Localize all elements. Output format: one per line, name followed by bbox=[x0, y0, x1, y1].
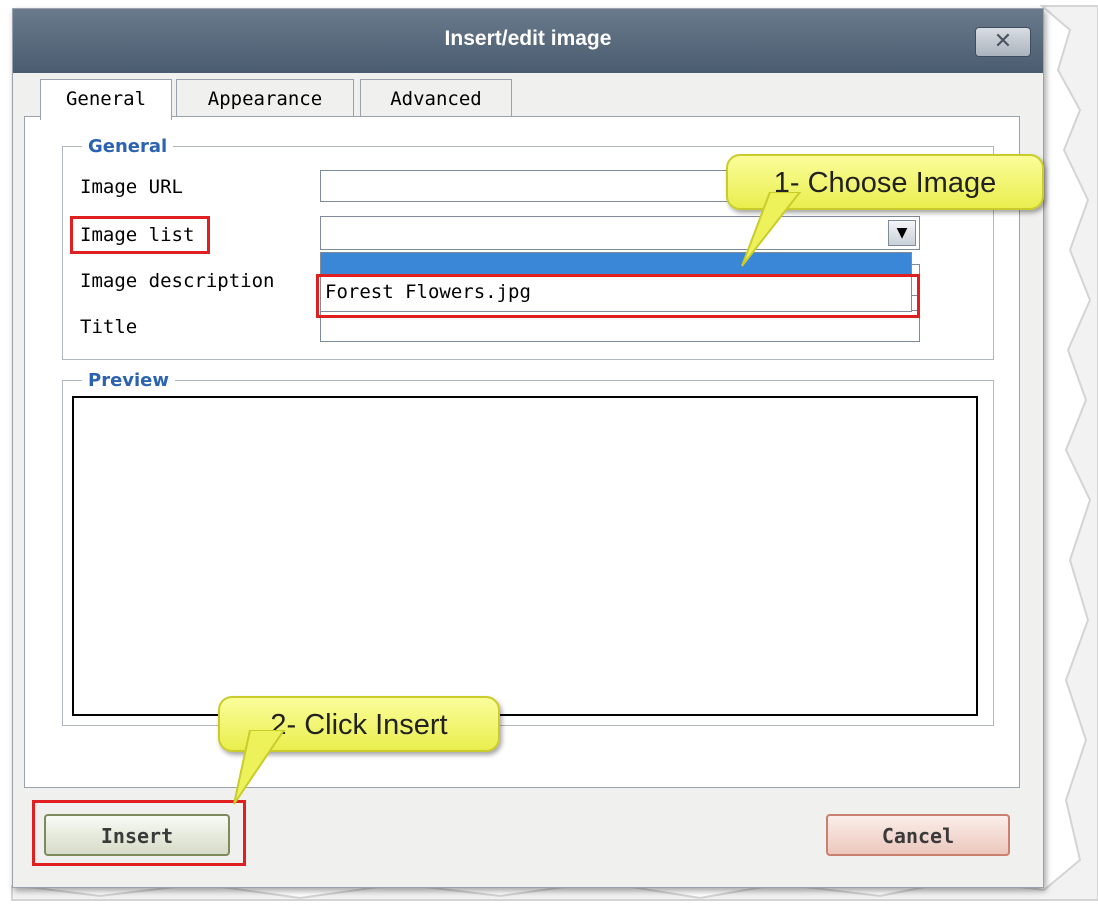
dropdown-option-forest-flowers[interactable]: Forest Flowers.jpg bbox=[321, 275, 911, 309]
preview-legend: Preview bbox=[82, 370, 176, 391]
tab-general[interactable]: General bbox=[40, 79, 172, 120]
dialog-title: Insert/edit image bbox=[444, 27, 612, 50]
chevron-down-icon[interactable]: ▼ bbox=[888, 220, 916, 246]
close-button[interactable]: ✕ bbox=[975, 27, 1031, 57]
title-label: Title bbox=[80, 316, 138, 338]
click-insert-callout-pointer bbox=[233, 730, 286, 805]
choose-image-callout-pointer bbox=[741, 192, 802, 267]
title-input[interactable] bbox=[320, 310, 920, 342]
image-list-dropdown: Forest Flowers.jpg bbox=[320, 252, 912, 312]
cancel-button[interactable]: Cancel bbox=[826, 814, 1010, 856]
image-preview-area bbox=[72, 396, 978, 716]
close-icon: ✕ bbox=[993, 29, 1013, 54]
image-description-label: Image description bbox=[80, 270, 275, 292]
image-list-label: Image list bbox=[80, 224, 195, 246]
image-url-label: Image URL bbox=[80, 176, 183, 198]
image-list-select[interactable]: ▼ bbox=[320, 216, 920, 250]
dropdown-option-blank[interactable] bbox=[321, 253, 911, 275]
dialog-titlebar[interactable]: Insert/edit image ✕ bbox=[13, 9, 1043, 73]
general-legend: General bbox=[82, 136, 174, 157]
tab-appearance[interactable]: Appearance bbox=[176, 79, 354, 118]
tab-advanced[interactable]: Advanced bbox=[360, 79, 512, 118]
insert-button[interactable]: Insert bbox=[44, 814, 230, 856]
